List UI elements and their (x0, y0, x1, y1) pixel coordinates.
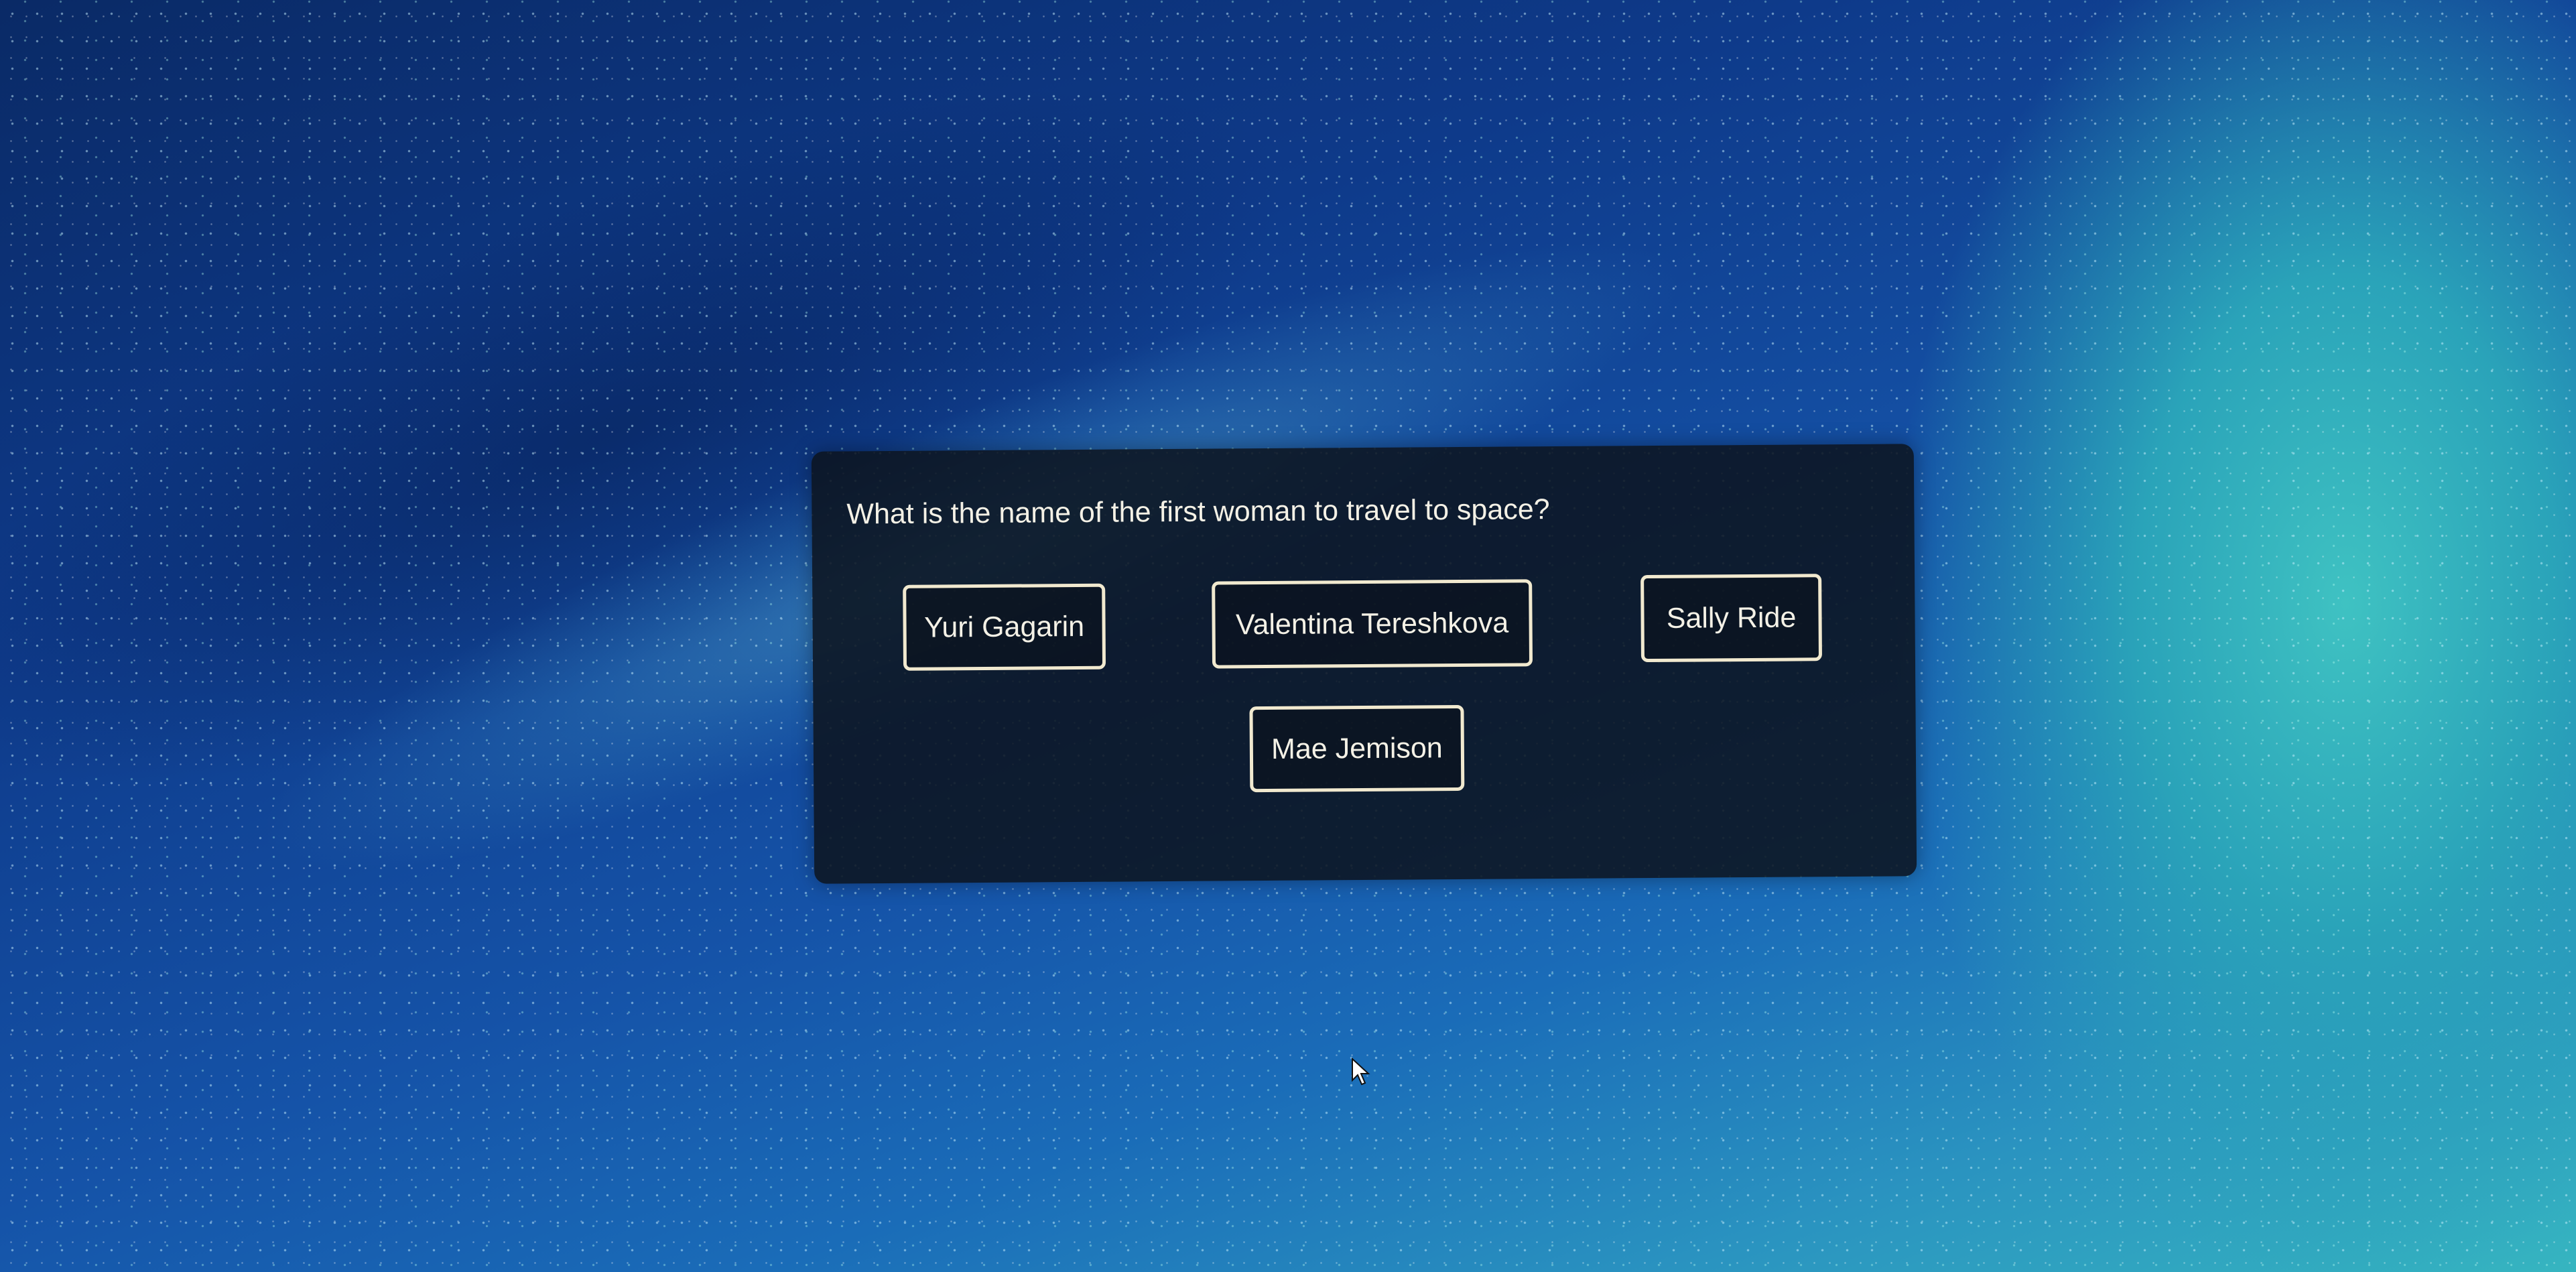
quiz-card: What is the name of the first woman to t… (811, 444, 1917, 884)
answer-button-mae-jemison[interactable]: Mae Jemison (1249, 704, 1465, 793)
answer-options: Yuri Gagarin Valentina Tereshkova Sally … (812, 444, 1917, 883)
answer-button-yuri-gagarin[interactable]: Yuri Gagarin (903, 583, 1106, 671)
answer-button-valentina-tereshkova[interactable]: Valentina Tereshkova (1212, 579, 1533, 669)
pointer-cursor-icon (1352, 1058, 1370, 1086)
answer-button-sally-ride[interactable]: Sally Ride (1640, 574, 1822, 663)
